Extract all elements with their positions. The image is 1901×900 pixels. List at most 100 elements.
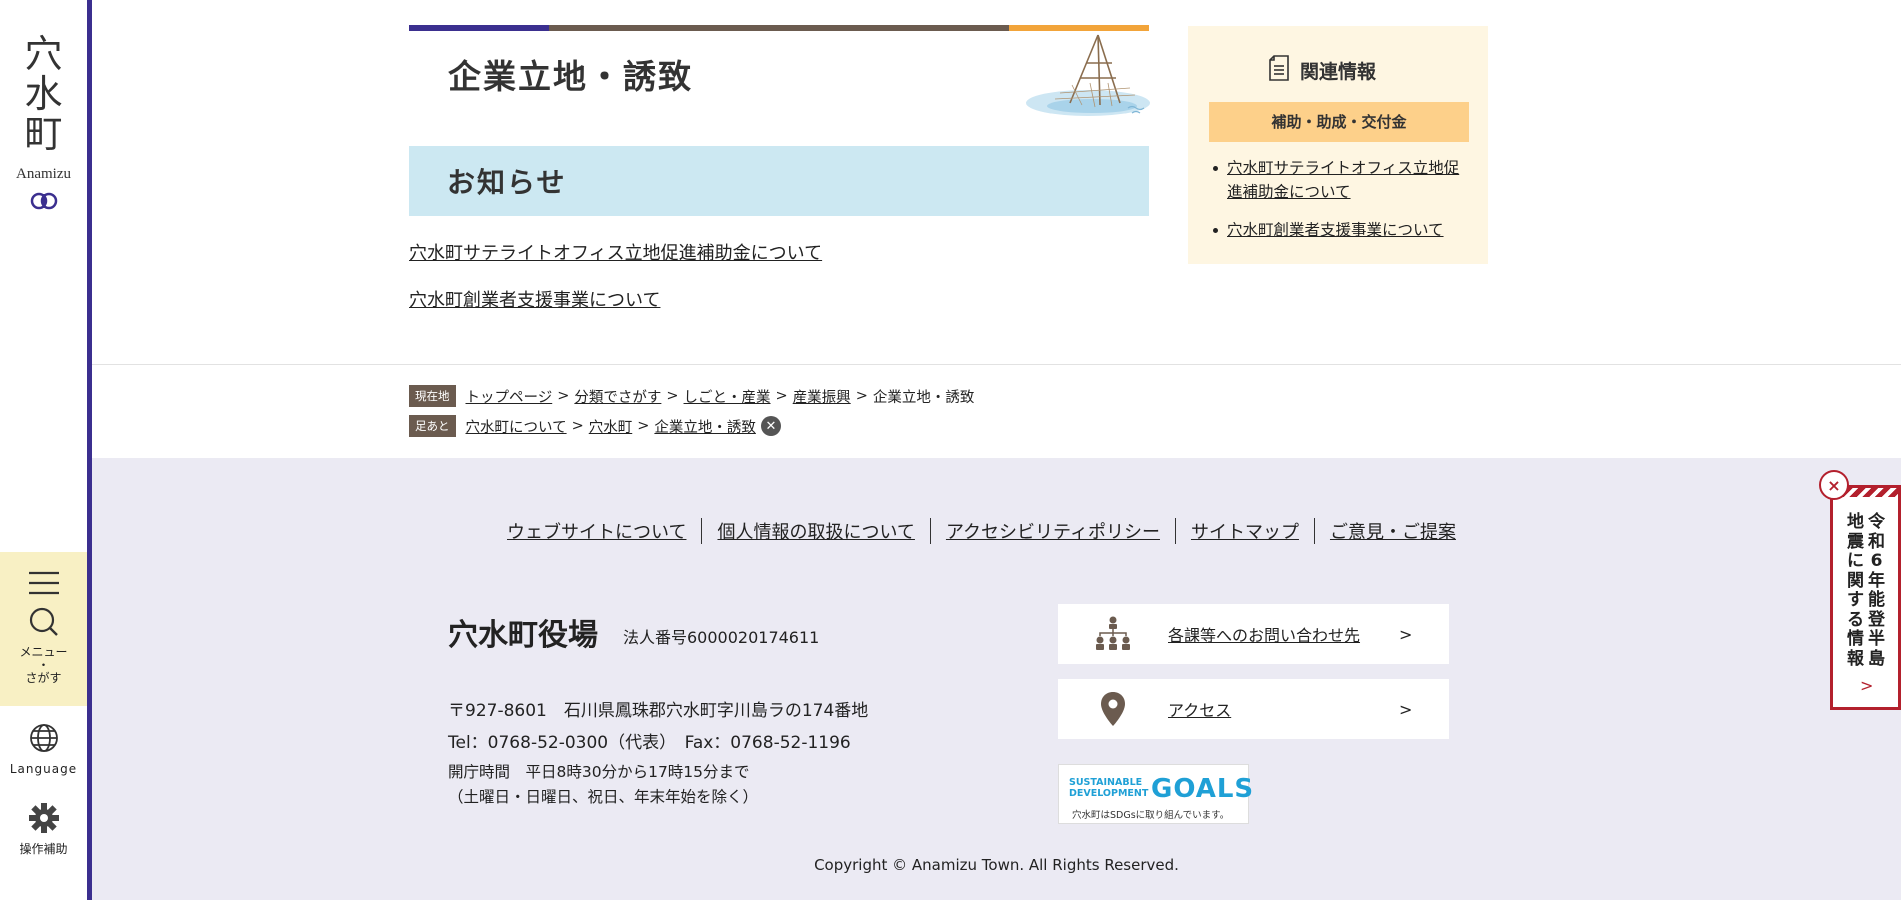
related-link-satellite-office[interactable]: 穴水町サテライトオフィス立地促進補助金について bbox=[1227, 159, 1459, 201]
list-item: 穴水町サテライトオフィス立地促進補助金について bbox=[1210, 156, 1472, 204]
footer-link-feedback[interactable]: ご意見・ご提案 bbox=[1315, 518, 1471, 544]
breadcrumb-link-top[interactable]: トップページ bbox=[466, 386, 553, 407]
footer-nav: ウェブサイトについて 個人情報の取扱について アクセシビリティポリシー サイトマ… bbox=[492, 518, 1471, 544]
gear-icon bbox=[0, 802, 87, 838]
sdgs-line-2: DEVELOPMENT bbox=[1069, 788, 1149, 799]
divider bbox=[92, 364, 1901, 365]
breadcrumb-separator: > bbox=[557, 388, 570, 404]
banner-column-1: 令 和 6 年 能 登 半 島 bbox=[1868, 512, 1885, 669]
banner-char: 和 bbox=[1868, 531, 1885, 552]
banner-arrow-icon: > bbox=[1860, 676, 1874, 695]
title-color-bar bbox=[409, 25, 1149, 31]
breadcrumb-current-tag: 現在地 bbox=[409, 385, 456, 407]
chevron-right-icon: > bbox=[1399, 699, 1413, 719]
logo-kanji-2: 水 bbox=[24, 72, 63, 116]
page-title: 企業立地・誘致 bbox=[448, 57, 693, 96]
sdgs-wordmark: SUSTAINABLE DEVELOPMENT bbox=[1069, 777, 1148, 799]
banner-char: 関 bbox=[1847, 570, 1864, 591]
list-item: 穴水町創業者支援事業について bbox=[1210, 218, 1472, 242]
corporate-number: 法人番号6000020174611 bbox=[623, 628, 820, 647]
banner-char: 登 bbox=[1868, 609, 1885, 630]
banner-char: 半 bbox=[1868, 629, 1885, 649]
related-info-title: 関連情報 bbox=[1300, 61, 1377, 83]
history-separator: > bbox=[571, 418, 584, 434]
banner-char: に bbox=[1847, 551, 1864, 571]
history-trail: 足あと 穴水町について > 穴水町 > 企業立地・誘致 ✕ bbox=[409, 415, 781, 437]
banner-char: 令 bbox=[1868, 512, 1885, 532]
org-chart-icon bbox=[1058, 616, 1168, 652]
notice-heading-text: お知らせ bbox=[447, 166, 567, 199]
footer-link-accessibility[interactable]: アクセシビリティポリシー bbox=[931, 518, 1175, 544]
sdgs-goals-text: GOALS bbox=[1151, 774, 1255, 804]
site-logo[interactable]: 穴 水 町 Anamizu bbox=[0, 34, 87, 215]
footer-link-website[interactable]: ウェブサイトについて bbox=[492, 518, 701, 544]
logo-kanji-1: 穴 bbox=[24, 32, 63, 76]
banner-char: る bbox=[1847, 609, 1864, 630]
assist-label: 操作補助 bbox=[19, 842, 68, 856]
breadcrumb-link-industry-promotion[interactable]: 産業振興 bbox=[793, 386, 851, 407]
notice-link-startup-support[interactable]: 穴水町創業者支援事業について bbox=[409, 286, 660, 312]
related-subheading: 補助・助成・交付金 bbox=[1209, 102, 1469, 142]
access-label: アクセス bbox=[1168, 701, 1232, 720]
document-icon bbox=[1268, 55, 1290, 86]
notice-heading: お知らせ bbox=[409, 146, 1149, 216]
accessibility-assist-button[interactable]: 操作補助 bbox=[0, 802, 87, 857]
menu-label-dot: ・ bbox=[37, 658, 50, 672]
map-pin-icon bbox=[1058, 692, 1168, 726]
search-icon bbox=[0, 606, 87, 642]
language-button[interactable]: Language bbox=[0, 722, 87, 776]
menu-search-button[interactable]: メニュー ・ さがす bbox=[0, 552, 87, 706]
globe-icon bbox=[0, 722, 87, 758]
banner-char: 地 bbox=[1847, 512, 1864, 532]
contact-departments-button[interactable]: 各課等へのお問い合わせ先 > bbox=[1058, 604, 1449, 664]
related-link-startup-support[interactable]: 穴水町創業者支援事業について bbox=[1227, 221, 1444, 239]
banner-char: 情 bbox=[1847, 629, 1864, 649]
office-hours-line: 開庁時間 平日8時30分から17時15分まで bbox=[448, 763, 750, 781]
history-tag: 足あと bbox=[409, 415, 456, 437]
office-hours: 開庁時間 平日8時30分から17時15分まで （土曜日・日曜日、祝日、年末年始を… bbox=[448, 760, 758, 810]
access-button[interactable]: アクセス > bbox=[1058, 679, 1449, 739]
footer: ウェブサイトについて 個人情報の取扱について アクセシビリティポリシー サイトマ… bbox=[92, 458, 1901, 900]
close-icon[interactable]: × bbox=[1819, 470, 1849, 500]
breadcrumb-separator: > bbox=[775, 388, 788, 404]
copyright: Copyright © Anamizu Town. All Rights Res… bbox=[814, 856, 1179, 874]
breadcrumb-separator: > bbox=[666, 388, 679, 404]
banner-column-2: 地 震 に 関 す る 情 報 bbox=[1847, 512, 1864, 669]
office-hours-note: （土曜日・日曜日、祝日、年末年始を除く） bbox=[448, 788, 759, 806]
banner-char: 6 bbox=[1870, 551, 1883, 571]
banner-char: 報 bbox=[1847, 648, 1864, 669]
history-link-about[interactable]: 穴水町について bbox=[466, 416, 567, 437]
hamburger-icon bbox=[0, 570, 87, 600]
office-name: 穴水町役場 bbox=[448, 618, 598, 653]
breadcrumb-separator: > bbox=[855, 388, 868, 404]
related-info-box: 関連情報 補助・助成・交付金 穴水町サテライトオフィス立地促進補助金について 穴… bbox=[1188, 26, 1488, 264]
footer-link-sitemap[interactable]: サイトマップ bbox=[1176, 518, 1314, 544]
language-label: Language bbox=[9, 762, 78, 776]
banner-char: 年 bbox=[1868, 570, 1885, 591]
town-emblem-icon bbox=[0, 191, 87, 215]
breadcrumb-link-work-industry[interactable]: しごと・産業 bbox=[684, 386, 771, 407]
breadcrumb: 現在地 トップページ > 分類でさがす > しごと・産業 > 産業振興 > 企業… bbox=[409, 385, 974, 407]
search-label: さがす bbox=[25, 671, 62, 685]
history-separator: > bbox=[637, 418, 650, 434]
breadcrumb-current-page: 企業立地・誘致 bbox=[872, 389, 975, 406]
banner-char: 震 bbox=[1847, 531, 1864, 552]
footer-link-privacy[interactable]: 個人情報の取扱について bbox=[702, 518, 929, 544]
related-info-heading: 関連情報 bbox=[1268, 55, 1376, 86]
contact-departments-label: 各課等へのお問い合わせ先 bbox=[1168, 626, 1361, 645]
history-link-current[interactable]: 企業立地・誘致 bbox=[654, 416, 756, 437]
related-links-list: 穴水町サテライトオフィス立地促進補助金について 穴水町創業者支援事業について bbox=[1210, 156, 1472, 256]
history-link-town[interactable]: 穴水町 bbox=[589, 416, 633, 437]
banner-char: 島 bbox=[1868, 648, 1885, 669]
sdgs-banner[interactable]: SUSTAINABLE DEVELOPMENT GOALS 穴水町はSDGsに取… bbox=[1058, 764, 1253, 824]
earthquake-info-banner[interactable]: 令 和 6 年 能 登 半 島 地 震 に 関 す る 情 報 > bbox=[1830, 485, 1901, 710]
logo-roman: Anamizu bbox=[16, 166, 71, 182]
clear-history-close-icon[interactable]: ✕ bbox=[760, 416, 781, 436]
fishing-tower-illustration bbox=[1020, 33, 1150, 122]
sdgs-line-1: SUSTAINABLE bbox=[1069, 777, 1143, 788]
chevron-right-icon: > bbox=[1399, 624, 1413, 644]
breadcrumb-link-category[interactable]: 分類でさがす bbox=[574, 386, 661, 407]
notice-link-satellite-office[interactable]: 穴水町サテライトオフィス立地促進補助金について bbox=[409, 239, 822, 265]
earthquake-banner-text: 令 和 6 年 能 登 半 島 地 震 に 関 す る 情 報 bbox=[1847, 512, 1885, 669]
sdgs-caption: 穴水町はSDGsに取り組んでいます。 bbox=[1072, 810, 1230, 821]
